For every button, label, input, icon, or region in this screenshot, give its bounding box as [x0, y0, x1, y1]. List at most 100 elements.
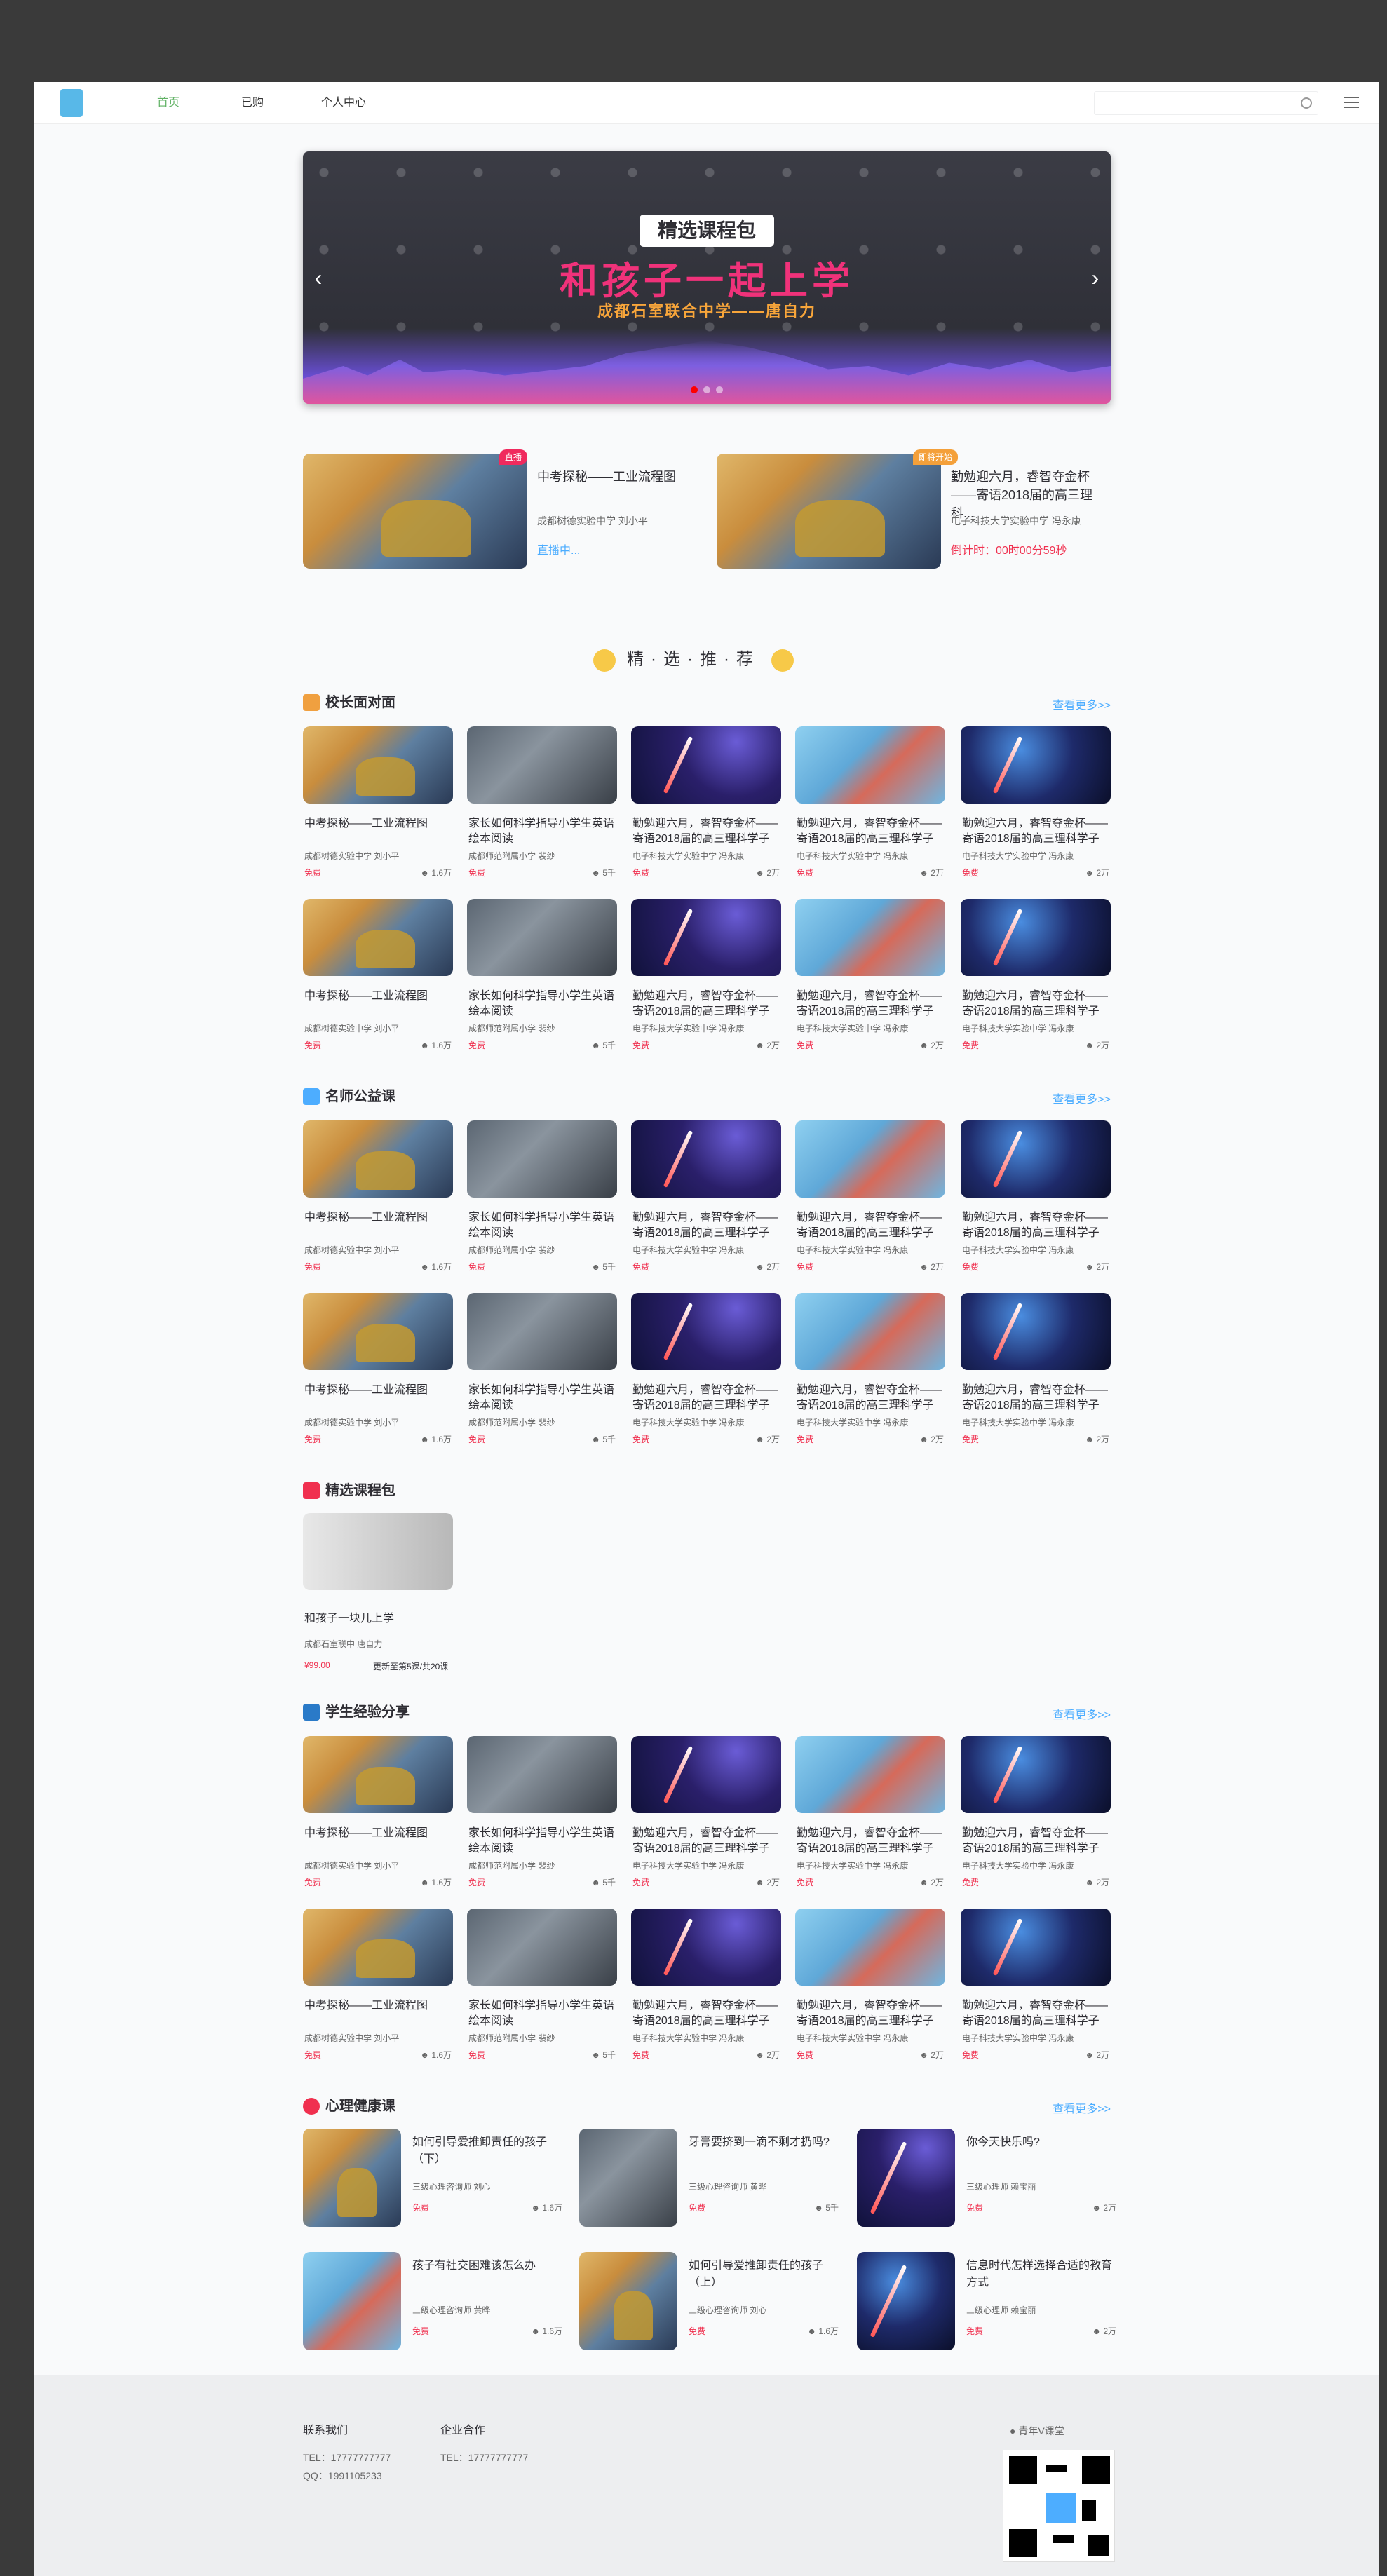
- course-views: ☻ 2万: [1085, 1878, 1109, 1887]
- course-card[interactable]: 中考探秘——工业流程图 成都树德实验中学 刘小平 免费 ☻ 1.6万: [303, 899, 453, 1060]
- section-package: 精选课程包: [303, 1482, 1111, 1499]
- course-card[interactable]: 勤勉迎六月，睿智夺金杯——寄语2018届的高三理科学子 电子科技大学实验中学 冯永…: [795, 1120, 945, 1282]
- banner-prev-icon[interactable]: ‹: [310, 264, 327, 292]
- banner-dots[interactable]: [303, 384, 1111, 397]
- psych-card[interactable]: 如何引导爱推卸责任的孩子（上） 三级心理咨询师 刘心 免费 ☻ 1.6万: [579, 2252, 839, 2350]
- course-views: ☻ 2万: [919, 1878, 944, 1887]
- course-card[interactable]: 勤勉迎六月，睿智夺金杯——寄语2018届的高三理科学子 电子科技大学实验中学 冯永…: [795, 1293, 945, 1454]
- banner-badge: 精选课程包: [640, 215, 774, 247]
- psych-title: 牙膏要挤到一滴不剩才扔吗?: [689, 2136, 830, 2148]
- course-title: 中考探秘——工业流程图: [304, 1212, 428, 1223]
- course-thumbnail: [303, 726, 453, 804]
- course-card[interactable]: 勤勉迎六月，睿智夺金杯——寄语2018届的高三理科学子 电子科技大学实验中学 冯永…: [631, 1293, 781, 1454]
- course-card[interactable]: 勤勉迎六月，睿智夺金杯——寄语2018届的高三理科学子 电子科技大学实验中学 冯永…: [631, 899, 781, 1060]
- course-card[interactable]: 中考探秘——工业流程图 成都树德实验中学 刘小平 免费 ☻ 1.6万: [303, 1909, 453, 2070]
- course-views: ☻ 1.6万: [420, 1040, 452, 1050]
- course-teacher: 电子科技大学实验中学 冯永康: [632, 851, 745, 861]
- course-card[interactable]: 勤勉迎六月，睿智夺金杯——寄语2018届的高三理科学子 电子科技大学实验中学 冯永…: [961, 1120, 1111, 1282]
- psych-card[interactable]: 牙膏要挤到一滴不剩才扔吗? 三级心理咨询师 黄晔 免费 ☻ 5千: [579, 2129, 839, 2227]
- course-views: ☻ 5千: [591, 1435, 616, 1444]
- view-more-link[interactable]: 查看更多>>: [1053, 696, 1111, 712]
- course-card[interactable]: 勤勉迎六月，睿智夺金杯——寄语2018届的高三理科学子 电子科技大学实验中学 冯永…: [631, 726, 781, 888]
- live-tag: 即将开始: [913, 449, 959, 465]
- course-card[interactable]: 中考探秘——工业流程图 成都树德实验中学 刘小平 免费 ☻ 1.6万: [303, 1293, 453, 1454]
- course-card[interactable]: 中考探秘——工业流程图 成都树德实验中学 刘小平 免费 ☻ 1.6万: [303, 1736, 453, 1897]
- footer-tel: TEL：17777777777: [303, 2452, 391, 2463]
- course-card[interactable]: 勤勉迎六月，睿智夺金杯——寄语2018届的高三理科学子 电子科技大学实验中学 冯永…: [631, 1736, 781, 1897]
- course-card[interactable]: 中考探秘——工业流程图 成都树德实验中学 刘小平 免费 ☻ 1.6万: [303, 1120, 453, 1282]
- course-card[interactable]: 家长如何科学指导小学生英语绘本阅读 成都师范附属小学 裴纱 免费 ☻ 5千: [467, 1293, 617, 1454]
- course-card[interactable]: 勤勉迎六月，睿智夺金杯——寄语2018届的高三理科学子 电子科技大学实验中学 冯永…: [961, 1736, 1111, 1897]
- course-card[interactable]: 勤勉迎六月，睿智夺金杯——寄语2018届的高三理科学子 电子科技大学实验中学 冯永…: [795, 1736, 945, 1897]
- psych-card[interactable]: 你今天快乐吗? 三级心理师 赖宝丽 免费 ☻ 2万: [857, 2129, 1116, 2227]
- course-card[interactable]: 勤勉迎六月，睿智夺金杯——寄语2018届的高三理科学子 电子科技大学实验中学 冯永…: [795, 899, 945, 1060]
- course-price: 免费: [962, 2050, 980, 2060]
- course-title: 勤勉迎六月，睿智夺金杯——寄语2018届的高三理科学子: [632, 2000, 779, 2027]
- psych-card[interactable]: 信息时代怎样选择合适的教育方式 三级心理师 赖宝丽 免费 ☻ 2万: [857, 2252, 1116, 2350]
- course-teacher: 成都师范附属小学 裴纱: [468, 2033, 555, 2043]
- course-title: 勤勉迎六月，睿智夺金杯——寄语2018届的高三理科学子: [797, 2000, 943, 2027]
- course-card[interactable]: 勤勉迎六月，睿智夺金杯——寄语2018届的高三理科学子 电子科技大学实验中学 冯永…: [631, 1120, 781, 1282]
- qr-code: [1003, 2450, 1115, 2562]
- course-price: 免费: [304, 1878, 322, 1887]
- footer-qq: QQ：1991105233: [303, 2470, 382, 2481]
- course-card[interactable]: 勤勉迎六月，睿智夺金杯——寄语2018届的高三理科学子 电子科技大学实验中学 冯永…: [795, 1909, 945, 2070]
- live-card-2[interactable]: 即将开始 勤勉迎六月，睿智夺金杯——寄语2018届的高三理科... 电子科技大学…: [717, 449, 1111, 569]
- course-teacher: 成都师范附属小学 裴纱: [468, 1861, 555, 1871]
- course-thumbnail: [303, 899, 453, 976]
- course-card[interactable]: 家长如何科学指导小学生英语绘本阅读 成都师范附属小学 裴纱 免费 ☻ 5千: [467, 1909, 617, 2070]
- course-teacher: 成都师范附属小学 裴纱: [468, 851, 555, 861]
- section-title: 学生经验分享: [325, 1704, 410, 1720]
- course-price: 免费: [632, 868, 650, 878]
- psych-card[interactable]: 孩子有社交困难该怎么办 三级心理咨询师 黄晔 免费 ☻ 1.6万: [303, 2252, 562, 2350]
- search-icon[interactable]: [1301, 97, 1312, 109]
- course-card[interactable]: 中考探秘——工业流程图 成都树德实验中学 刘小平 免费 ☻ 1.6万: [303, 726, 453, 888]
- course-teacher: 电子科技大学实验中学 冯永康: [962, 2033, 1074, 2043]
- course-card[interactable]: 勤勉迎六月，睿智夺金杯——寄语2018届的高三理科学子 电子科技大学实验中学 冯永…: [795, 726, 945, 888]
- menu-icon[interactable]: [1344, 93, 1359, 110]
- course-teacher: 电子科技大学实验中学 冯永康: [632, 1861, 745, 1871]
- course-teacher: 电子科技大学实验中学 冯永康: [962, 1245, 1074, 1255]
- nav-purchased[interactable]: 已购: [210, 82, 295, 124]
- footer: 联系我们 企业合作 TEL：17777777777 QQ：1991105233 …: [34, 2375, 1379, 2576]
- course-teacher: 成都树德实验中学 刘小平: [304, 1245, 400, 1255]
- course-card[interactable]: 勤勉迎六月，睿智夺金杯——寄语2018届的高三理科学子 电子科技大学实验中学 冯永…: [961, 726, 1111, 888]
- search-input[interactable]: [1094, 91, 1318, 115]
- view-more-link[interactable]: 查看更多>>: [1053, 2099, 1111, 2116]
- package-card[interactable]: 和孩子一块儿上学 成都石室联中 唐自力 ¥99.00 更新至第5课/共20课: [303, 1513, 453, 1681]
- course-thumbnail: [467, 899, 617, 976]
- course-title: 中考探秘——工业流程图: [304, 818, 428, 829]
- footer-contact-title: 联系我们: [303, 2425, 349, 2436]
- course-card[interactable]: 勤勉迎六月，睿智夺金杯——寄语2018届的高三理科学子 电子科技大学实验中学 冯永…: [631, 1909, 781, 2070]
- psych-card[interactable]: 如何引导爱推卸责任的孩子（下） 三级心理咨询师 刘心 免费 ☻ 1.6万: [303, 2129, 562, 2227]
- view-more-link[interactable]: 查看更多>>: [1053, 1705, 1111, 1722]
- course-title: 勤勉迎六月，睿智夺金杯——寄语2018届的高三理科学子: [962, 1827, 1109, 1855]
- course-teacher: 电子科技大学实验中学 冯永康: [797, 1024, 909, 1033]
- course-teacher: 成都师范附属小学 裴纱: [468, 1245, 555, 1255]
- course-card[interactable]: 家长如何科学指导小学生英语绘本阅读 成都师范附属小学 裴纱 免费 ☻ 5千: [467, 1120, 617, 1282]
- course-card[interactable]: 家长如何科学指导小学生英语绘本阅读 成都师范附属小学 裴纱 免费 ☻ 5千: [467, 1736, 617, 1897]
- live-card-1[interactable]: 直播 中考探秘——工业流程图 成都树德实验中学 刘小平 直播中...: [303, 449, 689, 569]
- course-views: ☻ 2万: [919, 868, 944, 878]
- course-card[interactable]: 家长如何科学指导小学生英语绘本阅读 成都师范附属小学 裴纱 免费 ☻ 5千: [467, 899, 617, 1060]
- course-card[interactable]: 勤勉迎六月，睿智夺金杯——寄语2018届的高三理科学子 电子科技大学实验中学 冯永…: [961, 899, 1111, 1060]
- course-price: 免费: [468, 1435, 486, 1444]
- course-title: 家长如何科学指导小学生英语绘本阅读: [468, 990, 615, 1017]
- course-views: ☻ 2万: [1085, 1262, 1109, 1272]
- course-card[interactable]: 勤勉迎六月，睿智夺金杯——寄语2018届的高三理科学子 电子科技大学实验中学 冯永…: [961, 1293, 1111, 1454]
- banner-next-icon[interactable]: ›: [1087, 264, 1104, 292]
- hero-banner[interactable]: 精选课程包 和孩子一起上学 成都石室联合中学——唐自力 ‹ ›: [303, 151, 1111, 404]
- course-views: ☻ 2万: [755, 1878, 780, 1887]
- course-views: ☻ 5千: [591, 1262, 616, 1272]
- site-logo[interactable]: [59, 88, 84, 118]
- nav-home[interactable]: 首页: [126, 82, 210, 124]
- package-title: 和孩子一块儿上学: [304, 1613, 395, 1625]
- course-teacher: 成都树德实验中学 刘小平: [304, 1418, 400, 1428]
- package-price: ¥99.00: [304, 1660, 330, 1670]
- psych-thumbnail: [579, 2129, 677, 2227]
- nav-profile[interactable]: 个人中心: [302, 82, 386, 124]
- course-card[interactable]: 家长如何科学指导小学生英语绘本阅读 成都师范附属小学 裴纱 免费 ☻ 5千: [467, 726, 617, 888]
- view-more-link[interactable]: 查看更多>>: [1053, 1090, 1111, 1106]
- course-card[interactable]: 勤勉迎六月，睿智夺金杯——寄语2018届的高三理科学子 电子科技大学实验中学 冯永…: [961, 1909, 1111, 2070]
- course-thumbnail: [631, 1909, 781, 1986]
